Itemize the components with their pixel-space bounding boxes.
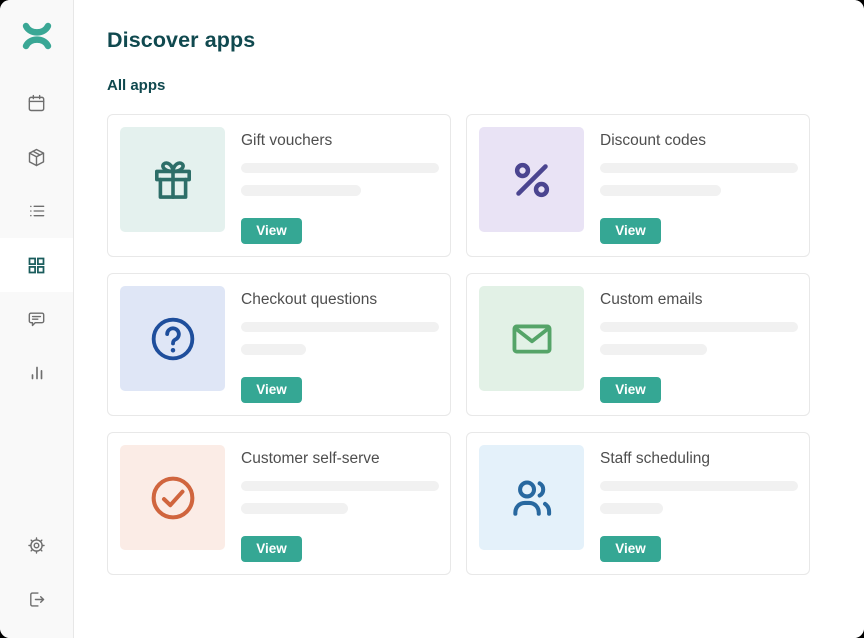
- app-card-title: Gift vouchers: [241, 132, 439, 150]
- people-icon: [505, 471, 559, 525]
- bar-chart-icon: [27, 363, 47, 383]
- percent-icon: [505, 153, 559, 207]
- app-icon-tile: [479, 445, 584, 550]
- skeleton-bar: [241, 503, 348, 513]
- sidebar-item-logout[interactable]: [0, 572, 73, 626]
- sidebar-item-reports[interactable]: [0, 346, 73, 400]
- app-card-title: Discount codes: [600, 132, 798, 150]
- skeleton-bar: [600, 344, 707, 354]
- app-icon-tile: [120, 286, 225, 391]
- app-window: Discover apps All apps Gift vouchers Vie…: [0, 0, 864, 638]
- app-card-body: Gift vouchers View: [241, 127, 439, 244]
- app-icon-tile: [120, 445, 225, 550]
- skeleton-bar: [600, 322, 798, 332]
- list-icon: [27, 201, 47, 221]
- app-icon-tile: [479, 286, 584, 391]
- app-card: Customer self-serve View: [107, 432, 451, 575]
- view-button[interactable]: View: [241, 536, 302, 562]
- package-icon: [26, 147, 47, 168]
- brand-logo-icon: [20, 21, 54, 51]
- skeleton-bar: [241, 185, 361, 195]
- sidebar-item-settings[interactable]: [0, 518, 73, 572]
- mail-icon: [505, 312, 559, 366]
- app-card: Checkout questions View: [107, 273, 451, 416]
- skeleton-bar: [600, 163, 798, 173]
- sidebar-item-calendar[interactable]: [0, 76, 73, 130]
- skeleton-bar: [241, 481, 439, 491]
- skeleton-bar: [241, 344, 306, 354]
- app-card-grid: Gift vouchers View Discount codes View: [107, 114, 864, 575]
- gear-icon: [26, 535, 47, 556]
- app-card: Staff scheduling View: [466, 432, 810, 575]
- view-button[interactable]: View: [600, 377, 661, 403]
- view-button[interactable]: View: [600, 218, 661, 244]
- app-card-body: Custom emails View: [600, 286, 798, 403]
- skeleton-bar: [241, 163, 439, 173]
- page-title: Discover apps: [107, 28, 864, 53]
- app-icon-tile: [120, 127, 225, 232]
- question-icon: [146, 312, 200, 366]
- app-card-title: Custom emails: [600, 291, 798, 309]
- app-card-body: Discount codes View: [600, 127, 798, 244]
- check-circle-icon: [146, 471, 200, 525]
- view-button[interactable]: View: [241, 377, 302, 403]
- app-card-body: Checkout questions View: [241, 286, 439, 403]
- app-card-body: Staff scheduling View: [600, 445, 798, 562]
- view-button[interactable]: View: [600, 536, 661, 562]
- sidebar: [0, 0, 74, 638]
- app-icon-tile: [479, 127, 584, 232]
- calendar-icon: [26, 93, 47, 114]
- chat-icon: [26, 309, 47, 330]
- app-card: Discount codes View: [466, 114, 810, 257]
- sidebar-item-list[interactable]: [0, 184, 73, 238]
- sidebar-footer: [0, 518, 73, 626]
- skeleton-bar: [600, 185, 721, 195]
- view-button[interactable]: View: [241, 218, 302, 244]
- skeleton-bar: [241, 322, 439, 332]
- sidebar-item-package[interactable]: [0, 130, 73, 184]
- skeleton-bar: [600, 481, 798, 491]
- app-card: Custom emails View: [466, 273, 810, 416]
- brand-logo[interactable]: [20, 22, 54, 50]
- grid-icon: [26, 255, 47, 276]
- sidebar-item-apps[interactable]: [0, 238, 73, 292]
- main-content: Discover apps All apps Gift vouchers Vie…: [74, 0, 864, 638]
- logout-icon: [26, 589, 47, 610]
- app-card-title: Checkout questions: [241, 291, 439, 309]
- section-label-all-apps: All apps: [107, 77, 864, 94]
- app-card-title: Customer self-serve: [241, 450, 439, 468]
- app-card-body: Customer self-serve View: [241, 445, 439, 562]
- sidebar-item-messages[interactable]: [0, 292, 73, 346]
- app-card: Gift vouchers View: [107, 114, 451, 257]
- gift-icon: [146, 153, 200, 207]
- app-card-title: Staff scheduling: [600, 450, 798, 468]
- skeleton-bar: [600, 503, 663, 513]
